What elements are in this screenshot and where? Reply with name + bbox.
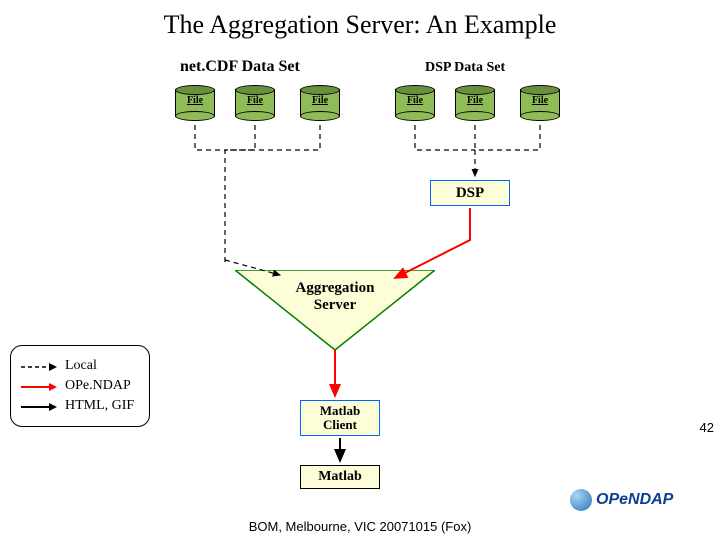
- file-label: File: [175, 95, 215, 106]
- file-label: File: [455, 95, 495, 106]
- footer-text: BOM, Melbourne, VIC 20071015 (Fox): [0, 519, 720, 534]
- legend-row-htmlgif: HTML, GIF: [21, 398, 139, 414]
- legend-row-local: Local: [21, 358, 139, 374]
- globe-icon: [570, 489, 592, 511]
- cylinder-icon: File: [455, 85, 495, 121]
- aggregation-server-label: Aggregation Server: [235, 280, 435, 313]
- dsp-box: DSP: [430, 180, 510, 206]
- htmlgif-arrow-icon: [21, 401, 57, 411]
- page-number: 42: [700, 420, 714, 435]
- netcdf-dataset-label: net.CDF Data Set: [180, 58, 300, 76]
- cylinder-icon: File: [175, 85, 215, 121]
- legend-local-label: Local: [65, 358, 97, 374]
- legend-row-opendap: OPe.NDAP: [21, 378, 139, 394]
- matlab-box: Matlab: [300, 465, 380, 489]
- file-label: File: [300, 95, 340, 106]
- aggregation-server-funnel: Aggregation Server: [235, 270, 435, 350]
- opendap-arrow-icon: [21, 381, 57, 391]
- slide-title: The Aggregation Server: An Example: [0, 10, 720, 40]
- file-label: File: [395, 95, 435, 106]
- matlab-client-box: Matlab Client: [300, 400, 380, 436]
- legend-htmlgif-label: HTML, GIF: [65, 398, 134, 414]
- legend: Local OPe.NDAP HTML, GIF: [10, 345, 150, 427]
- dsp-dataset-label: DSP Data Set: [425, 60, 505, 76]
- local-arrow-icon: [21, 361, 57, 371]
- legend-opendap-label: OPe.NDAP: [65, 378, 131, 394]
- cylinder-icon: File: [520, 85, 560, 121]
- opendap-logo: OPeNDAP: [570, 480, 690, 520]
- cylinder-icon: File: [235, 85, 275, 121]
- file-label: File: [235, 95, 275, 106]
- cylinder-icon: File: [300, 85, 340, 121]
- file-label: File: [520, 95, 560, 106]
- cylinder-icon: File: [395, 85, 435, 121]
- logo-text: OPeNDAP: [596, 491, 673, 509]
